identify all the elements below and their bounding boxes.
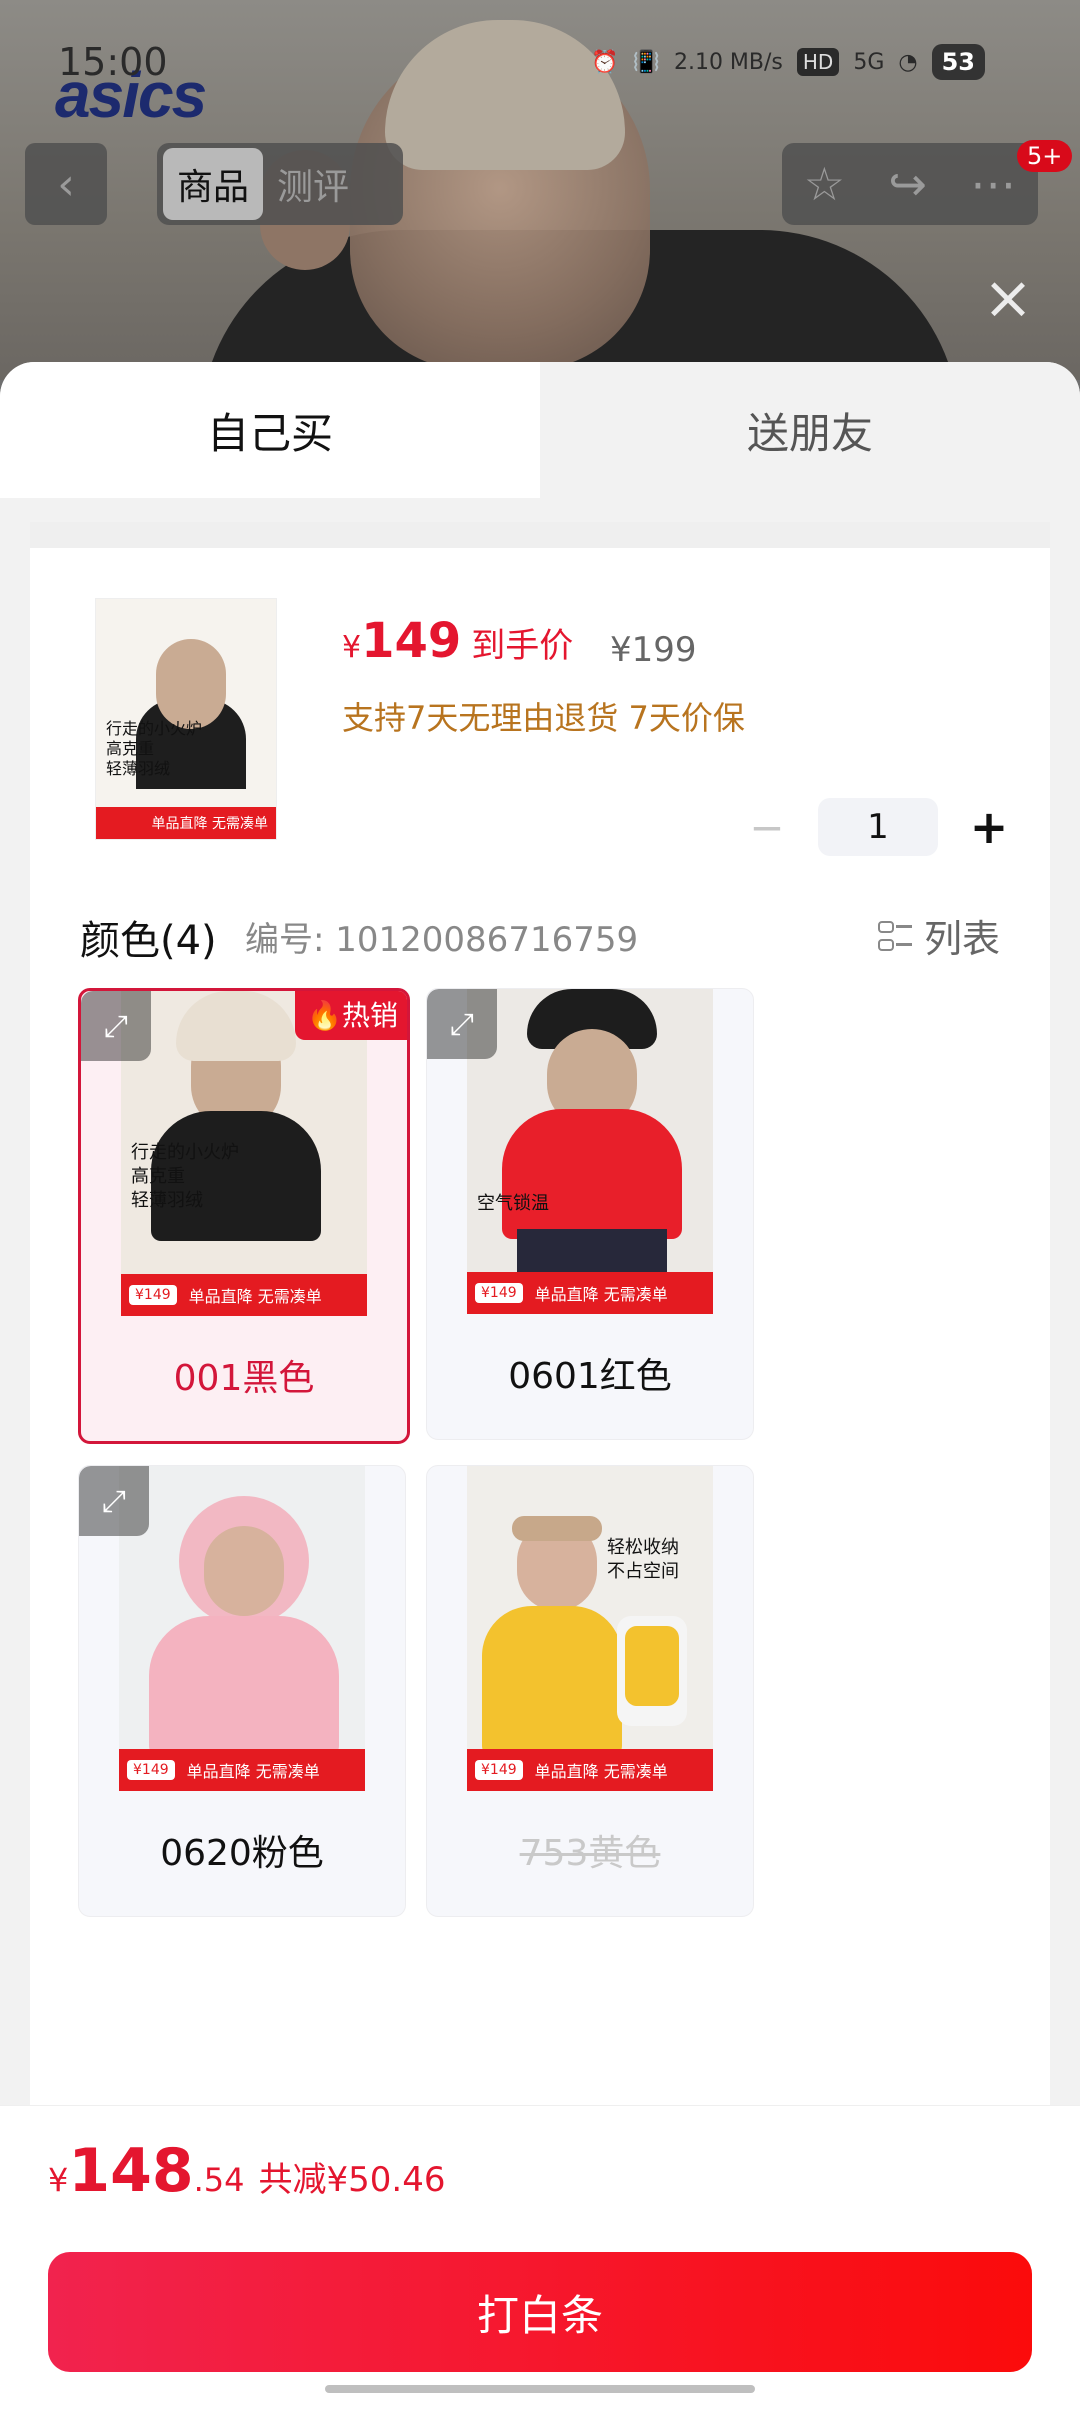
thumb-band: 单品直降 无需凑单 [96, 807, 276, 839]
share-icon[interactable]: ↪ [888, 157, 927, 211]
alarm-icon: ⏰ [591, 49, 619, 75]
star-icon[interactable]: ☆ [804, 157, 845, 211]
color-label-yellow: 753黄色 [519, 1833, 661, 1874]
home-indicator [325, 2385, 755, 2393]
tab-gift-friend[interactable]: 送朋友 [540, 362, 1080, 498]
footer-yen: ¥ [48, 2161, 69, 2199]
expand-icon[interactable]: ⤢ [79, 1466, 149, 1536]
band-text: 单品直降 无需凑单 [534, 1762, 668, 1781]
color-title: 颜色(4) [80, 918, 217, 964]
color-option-pink[interactable]: ¥149 单品直降 无需凑单 ⤢ 0620粉色 [78, 1465, 406, 1917]
color-band-pink: ¥149 单品直降 无需凑单 [119, 1749, 365, 1791]
color-label-red: 0601红色 [508, 1356, 672, 1397]
band-price: ¥149 [127, 1760, 175, 1780]
quantity-value[interactable]: 1 [818, 798, 938, 856]
hot-badge: 🔥热销 [295, 991, 407, 1040]
color-band-yellow: ¥149 单品直降 无需凑单 [467, 1749, 713, 1791]
expand-icon[interactable]: ⤢ [427, 989, 497, 1059]
price-value: 149 [361, 613, 462, 669]
minus-icon[interactable]: − [746, 803, 788, 852]
color-label-black: 001黑色 [173, 1358, 315, 1399]
back-button[interactable]: ‹ [25, 143, 107, 225]
footer-discount: 共减¥50.46 [258, 2160, 446, 2200]
original-price: ¥199 [610, 630, 697, 670]
network-label: 5G [853, 49, 885, 75]
tab-review[interactable]: 测评 [263, 148, 363, 220]
hot-label: 热销 [341, 999, 398, 1032]
status-bar-right: ⏰ 📳 2.10 MB/s HD 5G ◔ 53 [591, 44, 985, 80]
hero-hat [385, 20, 625, 170]
vibrate-icon: 📳 [632, 49, 660, 75]
product-tabs: 商品 测评 [157, 143, 403, 225]
purchase-type-tabs: 自己买 送朋友 [0, 362, 1080, 498]
battery-indicator: 53 [931, 44, 985, 80]
tab-buy-self[interactable]: 自己买 [0, 362, 540, 498]
color-band-black: ¥149 单品直降 无需凑单 [121, 1274, 367, 1316]
band-price: ¥149 [475, 1283, 523, 1303]
band-price: ¥149 [129, 1285, 177, 1305]
wifi-icon: ◔ [898, 49, 918, 75]
color-band-red: ¥149 单品直降 无需凑单 [467, 1272, 713, 1314]
more-icon[interactable]: ⋯ [970, 157, 1016, 211]
band-price: ¥149 [475, 1760, 523, 1780]
list-view-button[interactable]: 列表 [877, 908, 1000, 963]
close-icon[interactable]: × [980, 268, 1036, 328]
band-text: 单品直降 无需凑单 [534, 1285, 668, 1304]
color-caption-red: 空气锁温 [477, 1193, 549, 1214]
list-icon [877, 919, 912, 953]
color-caption-yellow: 轻松收纳 不占空间 [607, 1537, 679, 1582]
product-thumbnail[interactable]: 行走的小火炉 高克重 轻薄羽绒 单品直降 无需凑单 [95, 598, 277, 840]
pay-button[interactable]: 打白条 [48, 2252, 1032, 2372]
plus-icon[interactable]: + [968, 800, 1010, 854]
color-image-pink: ¥149 单品直降 无需凑单 [119, 1466, 365, 1791]
thumb-kid [156, 639, 226, 729]
color-option-red[interactable]: 空气锁温 ¥149 单品直降 无需凑单 ⤢ 0601红色 [426, 988, 754, 1440]
color-image-red: 空气锁温 ¥149 单品直降 无需凑单 [467, 989, 713, 1314]
footer-price-dec: .54 [193, 2161, 245, 2199]
footer-price-int: 148 [68, 2136, 194, 2206]
color-caption-black: 行走的小火炉 高克重 轻薄羽绒 [131, 1142, 239, 1211]
band-text: 单品直降 无需凑单 [188, 1287, 322, 1306]
color-label-pink: 0620粉色 [160, 1833, 324, 1874]
expand-icon[interactable]: ⤢ [81, 991, 151, 1061]
product-summary: 行走的小火炉 高克重 轻薄羽绒 单品直降 无需凑单 ¥149 到手价 ¥199 支… [30, 548, 1050, 878]
tab-product[interactable]: 商品 [163, 148, 264, 220]
color-image-yellow: 轻松收纳 不占空间 ¥149 单品直降 无需凑单 [467, 1466, 713, 1791]
net-speed: 2.10 MB/s [673, 49, 783, 75]
content-divider [30, 522, 1050, 548]
color-option-black[interactable]: 行走的小火炉 高克重 轻薄羽绒 ¥149 单品直降 无需凑单 ⤢ 🔥热销 001… [78, 988, 410, 1444]
header-actions: ☆ ↪ ⋯ [782, 143, 1038, 225]
price-symbol: ¥ [342, 630, 362, 665]
deal-price: ¥149 到手价 [342, 613, 573, 669]
guarantee-text: 支持7天无理由退货 7天价保 [342, 699, 745, 737]
status-time: 15:00 [58, 40, 168, 84]
list-label: 列表 [923, 917, 1000, 961]
thumb-caption: 行走的小火炉 高克重 轻薄羽绒 [106, 719, 203, 778]
message-badge: 5+ [1017, 140, 1073, 172]
color-header: 颜色(4) 编号: 10120086716759 列表 [30, 878, 1050, 978]
band-text: 单品直降 无需凑单 [186, 1762, 320, 1781]
chevron-left-icon: ‹ [57, 158, 75, 210]
price-label: 到手价 [471, 626, 574, 666]
hd-icon: HD [796, 48, 840, 76]
checkout-footer: ¥148.54 共减¥50.46 打白条 [0, 2105, 1080, 2409]
product-code: 编号: 10120086716759 [245, 920, 639, 960]
footer-price: ¥148.54 共减¥50.46 [48, 2136, 445, 2206]
quantity-stepper: − 1 + [746, 798, 1010, 856]
color-option-yellow[interactable]: 轻松收纳 不占空间 ¥149 单品直降 无需凑单 753黄色 [426, 1465, 754, 1917]
purchase-sheet: 自己买 送朋友 行走的小火炉 高克重 轻薄羽绒 单品直降 无需凑单 ¥149 到手… [0, 362, 1080, 2408]
